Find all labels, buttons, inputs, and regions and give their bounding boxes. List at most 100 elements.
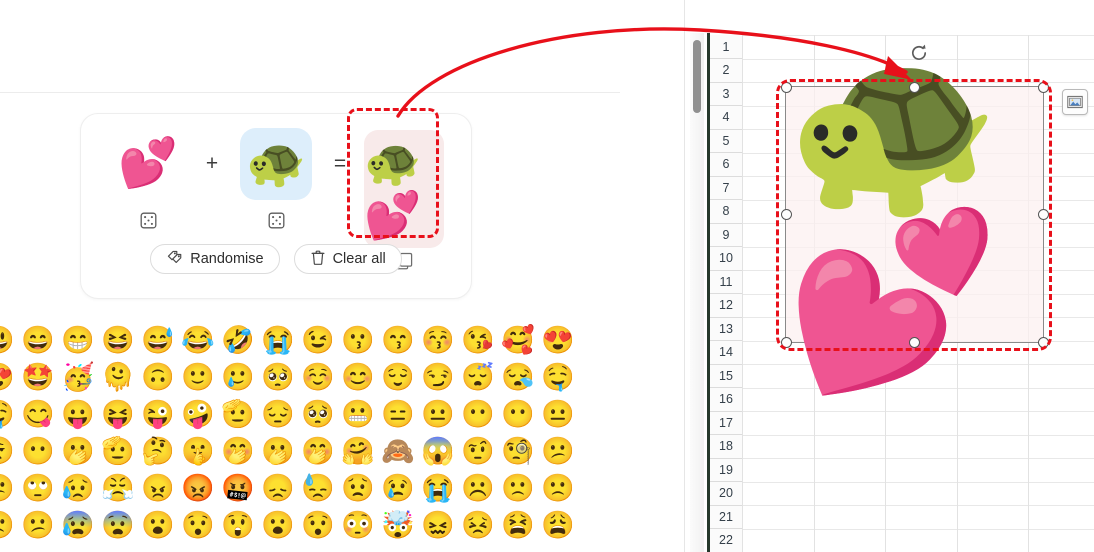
mixer-slot-a[interactable]: 💕 (101, 128, 195, 229)
emoji-cell[interactable]: 😱 (421, 438, 455, 465)
emoji-cell[interactable]: 🤤 (541, 364, 575, 391)
emoji-cell[interactable]: 😤 (101, 475, 135, 502)
emoji-cell[interactable]: 🙂 (181, 364, 215, 391)
emoji-cell[interactable]: 🥳 (61, 364, 95, 391)
emoji-cell[interactable]: 😠 (141, 475, 175, 502)
emoji-cell[interactable]: 🤪 (181, 401, 215, 428)
row-header-cell[interactable]: 21 (710, 505, 742, 529)
emoji-cell[interactable]: 😳 (341, 512, 375, 539)
clear-all-button[interactable]: Clear all (293, 244, 402, 274)
row-header-cell[interactable]: 11 (710, 270, 742, 294)
emoji-cell[interactable]: 😭 (421, 475, 455, 502)
emoji-cell[interactable]: 😙 (381, 327, 415, 354)
emoji-cell[interactable]: 😌 (381, 364, 415, 391)
emoji-cell[interactable]: 😲 (221, 512, 255, 539)
emoji-cell[interactable]: 😑 (381, 401, 415, 428)
emoji-cell[interactable]: 🙈 (381, 438, 415, 465)
emoji-cell[interactable]: 🥺 (301, 401, 335, 428)
emoji-cell[interactable]: 🙃 (141, 364, 175, 391)
emoji-cell[interactable]: 😮 (141, 512, 175, 539)
emoji-cell[interactable]: 😮 (261, 512, 295, 539)
emoji-cell[interactable]: 😖 (421, 512, 455, 539)
row-header-cell[interactable]: 8 (710, 200, 742, 224)
picture-options-icon[interactable] (1062, 89, 1088, 115)
emoji-cell[interactable]: 😃 (0, 327, 15, 354)
emoji-cell[interactable]: 😶 (501, 401, 535, 428)
emoji-cell[interactable]: 😰 (61, 512, 95, 539)
emoji-cell[interactable]: 😉 (301, 327, 335, 354)
emoji-cell[interactable]: 😶 (21, 438, 55, 465)
emoji-cell[interactable]: 😕 (541, 438, 575, 465)
emoji-cell[interactable]: 🧐 (501, 438, 535, 465)
row-header-cell[interactable]: 18 (710, 435, 742, 459)
randomise-button[interactable]: Randomise (150, 244, 280, 274)
emoji-cell[interactable]: 🫢 (61, 438, 95, 465)
emoji-cell[interactable]: 🤩 (21, 364, 55, 391)
emoji-cell[interactable]: 😝 (101, 401, 135, 428)
emoji-cell[interactable]: 🤫 (181, 438, 215, 465)
emoji-cell[interactable]: 😫 (501, 512, 535, 539)
row-header-cell[interactable]: 4 (710, 106, 742, 130)
emoji-cell[interactable]: 😮‍💨 (0, 438, 15, 465)
row-header-cell[interactable]: 19 (710, 458, 742, 482)
emoji-cell[interactable]: 😕 (0, 475, 15, 502)
mixer-slot-b[interactable]: 🐢 (229, 128, 323, 229)
slot-a-emoji[interactable]: 💕 (112, 128, 184, 200)
emoji-cell[interactable]: 🙄 (21, 475, 55, 502)
emoji-cell[interactable]: 😅 (141, 327, 175, 354)
emoji-cell[interactable]: 🥰 (501, 327, 535, 354)
emoji-cell[interactable]: 🤨 (461, 438, 495, 465)
emoji-cell[interactable]: 😪 (501, 364, 535, 391)
emoji-cell[interactable]: 😭 (261, 327, 295, 354)
row-header-cell[interactable]: 12 (710, 294, 742, 318)
emoji-cell[interactable]: 😁 (61, 327, 95, 354)
rotate-icon[interactable] (908, 42, 930, 64)
row-header-cell[interactable]: 15 (710, 364, 742, 388)
emoji-cell[interactable]: 😗 (341, 327, 375, 354)
emoji-cell[interactable]: 😯 (301, 512, 335, 539)
emoji-cell[interactable]: 😋 (21, 401, 55, 428)
emoji-cell[interactable]: 😶 (461, 401, 495, 428)
emoji-cell[interactable]: 😣 (461, 512, 495, 539)
emoji-cell[interactable]: 😐 (421, 401, 455, 428)
emoji-cell[interactable]: 🫡 (101, 438, 135, 465)
emoji-cell[interactable]: ☹️ (461, 475, 495, 502)
emoji-cell[interactable]: 🤬 (221, 475, 255, 502)
row-header-cell[interactable]: 16 (710, 388, 742, 412)
emoji-cell[interactable]: 🤭 (301, 438, 335, 465)
row-header-cell[interactable]: 6 (710, 153, 742, 177)
row-header-cell[interactable]: 22 (710, 529, 742, 552)
emoji-cell[interactable]: 😄 (21, 327, 55, 354)
emoji-cell[interactable]: 🤭 (221, 438, 255, 465)
row-header-cell[interactable]: 20 (710, 482, 742, 506)
row-header-cell[interactable]: 3 (710, 82, 742, 106)
emoji-cell[interactable]: 😨 (101, 512, 135, 539)
emoji-cell[interactable]: 😔 (261, 401, 295, 428)
row-header-cell[interactable]: 10 (710, 247, 742, 271)
emoji-cell[interactable]: 😬 (341, 401, 375, 428)
emoji-cell[interactable]: 😡 (181, 475, 215, 502)
emoji-cell[interactable]: 😆 (101, 327, 135, 354)
emoji-cell[interactable]: 😢 (381, 475, 415, 502)
row-header-cell[interactable]: 14 (710, 341, 742, 365)
row-header-cell[interactable]: 5 (710, 129, 742, 153)
emoji-cell[interactable]: 😕 (21, 512, 55, 539)
emoji-cell[interactable]: 😍 (0, 364, 15, 391)
emoji-cell[interactable]: 😜 (141, 401, 175, 428)
emoji-cell[interactable]: 😐 (541, 401, 575, 428)
emoji-cell[interactable]: 😂 (181, 327, 215, 354)
emoji-cell[interactable]: ☺️ (301, 364, 335, 391)
emoji-cell[interactable]: 😘 (461, 327, 495, 354)
emoji-cell[interactable]: 😚 (421, 327, 455, 354)
emoji-cell[interactable]: 🤯 (381, 512, 415, 539)
emoji-cell[interactable]: 😯 (181, 512, 215, 539)
emoji-cell[interactable]: 😟 (341, 475, 375, 502)
dice-icon[interactable] (267, 211, 285, 229)
app-scrollbar-thumb[interactable] (693, 40, 701, 113)
emoji-cell[interactable]: 😴 (461, 364, 495, 391)
dice-icon[interactable] (139, 211, 157, 229)
emoji-cell[interactable]: 😏 (421, 364, 455, 391)
emoji-cell[interactable]: 😩 (541, 512, 575, 539)
emoji-cell[interactable]: 🤣 (221, 327, 255, 354)
emoji-cell[interactable]: 😊 (341, 364, 375, 391)
